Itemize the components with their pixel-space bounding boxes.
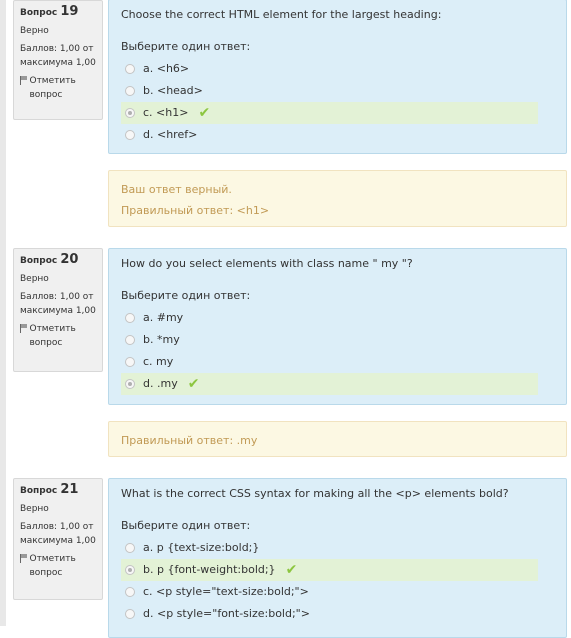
answer-option[interactable]: a. #my xyxy=(121,307,538,329)
answer-option[interactable]: a. <h6> xyxy=(121,58,538,80)
answer-option[interactable]: d. <href> xyxy=(121,124,538,146)
check-icon: ✔ xyxy=(285,562,298,578)
answer-option-selected[interactable]: c. <h1> ✔ xyxy=(121,102,538,124)
question-number: Вопрос 21 xyxy=(20,482,79,497)
radio-button[interactable] xyxy=(125,86,135,96)
answer-option[interactable]: c. <p style="text-size:bold;"> xyxy=(121,581,538,603)
answer-option[interactable]: b. <head> xyxy=(121,80,538,102)
flag-question-link[interactable]: Отметить вопрос xyxy=(20,552,96,580)
question-number: Вопрос 20 xyxy=(20,252,79,267)
answer-list: a. <h6> b. <head> c. <h1> ✔ d. <href> xyxy=(121,58,554,146)
question-formulation: How do you select elements with class na… xyxy=(108,248,567,405)
question-formulation: Choose the correct HTML element for the … xyxy=(108,0,567,154)
feedback-box: Правильный ответ: .my xyxy=(108,421,567,457)
radio-button[interactable] xyxy=(125,64,135,74)
check-icon: ✔ xyxy=(187,376,200,392)
check-icon: ✔ xyxy=(198,105,211,121)
question-info: Вопрос 21 Верно Баллов: 1,00 от максимум… xyxy=(13,478,103,600)
answer-option[interactable]: d. <p style="font-size:bold;"> xyxy=(121,603,538,625)
radio-button-checked[interactable] xyxy=(125,565,135,575)
question-state: Верно xyxy=(20,504,49,514)
feedback-right-answer: Правильный ответ: <h1> xyxy=(121,204,270,217)
question-state: Верно xyxy=(20,26,49,36)
question-info: Вопрос 19 Верно Баллов: 1,00 от максимум… xyxy=(13,0,103,120)
page-left-border xyxy=(0,0,6,626)
radio-button[interactable] xyxy=(125,609,135,619)
answer-option-selected[interactable]: b. p {font-weight:bold;} ✔ xyxy=(121,559,538,581)
question-grade: Баллов: 1,00 от максимума 1,00 xyxy=(20,292,96,316)
answer-option-selected[interactable]: d. .my ✔ xyxy=(121,373,538,395)
answer-prompt: Выберите один ответ: xyxy=(121,40,251,53)
answer-list: a. p {text-size:bold;} b. p {font-weight… xyxy=(121,537,554,625)
question-number: Вопрос 19 xyxy=(20,4,79,19)
feedback-box: Ваш ответ верный. Правильный ответ: <h1> xyxy=(108,170,567,227)
flag-icon xyxy=(20,76,28,85)
flag-icon xyxy=(20,554,28,563)
question-text: How do you select elements with class na… xyxy=(121,257,413,270)
radio-button[interactable] xyxy=(125,587,135,597)
radio-button-checked[interactable] xyxy=(125,108,135,118)
question-text: Choose the correct HTML element for the … xyxy=(121,8,442,21)
flag-icon xyxy=(20,324,28,333)
radio-button[interactable] xyxy=(125,357,135,367)
question-state: Верно xyxy=(20,274,49,284)
answer-list: a. #my b. *my c. my d. .my ✔ xyxy=(121,307,554,395)
answer-option[interactable]: a. p {text-size:bold;} xyxy=(121,537,538,559)
question-info: Вопрос 20 Верно Баллов: 1,00 от максимум… xyxy=(13,248,103,372)
radio-button[interactable] xyxy=(125,313,135,323)
answer-option[interactable]: b. *my xyxy=(121,329,538,351)
question-formulation: What is the correct CSS syntax for makin… xyxy=(108,478,567,638)
radio-button[interactable] xyxy=(125,543,135,553)
answer-prompt: Выберите один ответ: xyxy=(121,289,251,302)
question-text: What is the correct CSS syntax for makin… xyxy=(121,487,509,500)
question-grade: Баллов: 1,00 от максимума 1,00 xyxy=(20,44,96,68)
feedback-correct-message: Ваш ответ верный. xyxy=(121,183,232,196)
radio-button[interactable] xyxy=(125,335,135,345)
feedback-right-answer: Правильный ответ: .my xyxy=(121,434,258,447)
radio-button-checked[interactable] xyxy=(125,379,135,389)
radio-button[interactable] xyxy=(125,130,135,140)
answer-option[interactable]: c. my xyxy=(121,351,538,373)
answer-prompt: Выберите один ответ: xyxy=(121,519,251,532)
flag-question-link[interactable]: Отметить вопрос xyxy=(20,322,96,350)
flag-question-link[interactable]: Отметить вопрос xyxy=(20,74,96,102)
question-grade: Баллов: 1,00 от максимума 1,00 xyxy=(20,522,96,546)
